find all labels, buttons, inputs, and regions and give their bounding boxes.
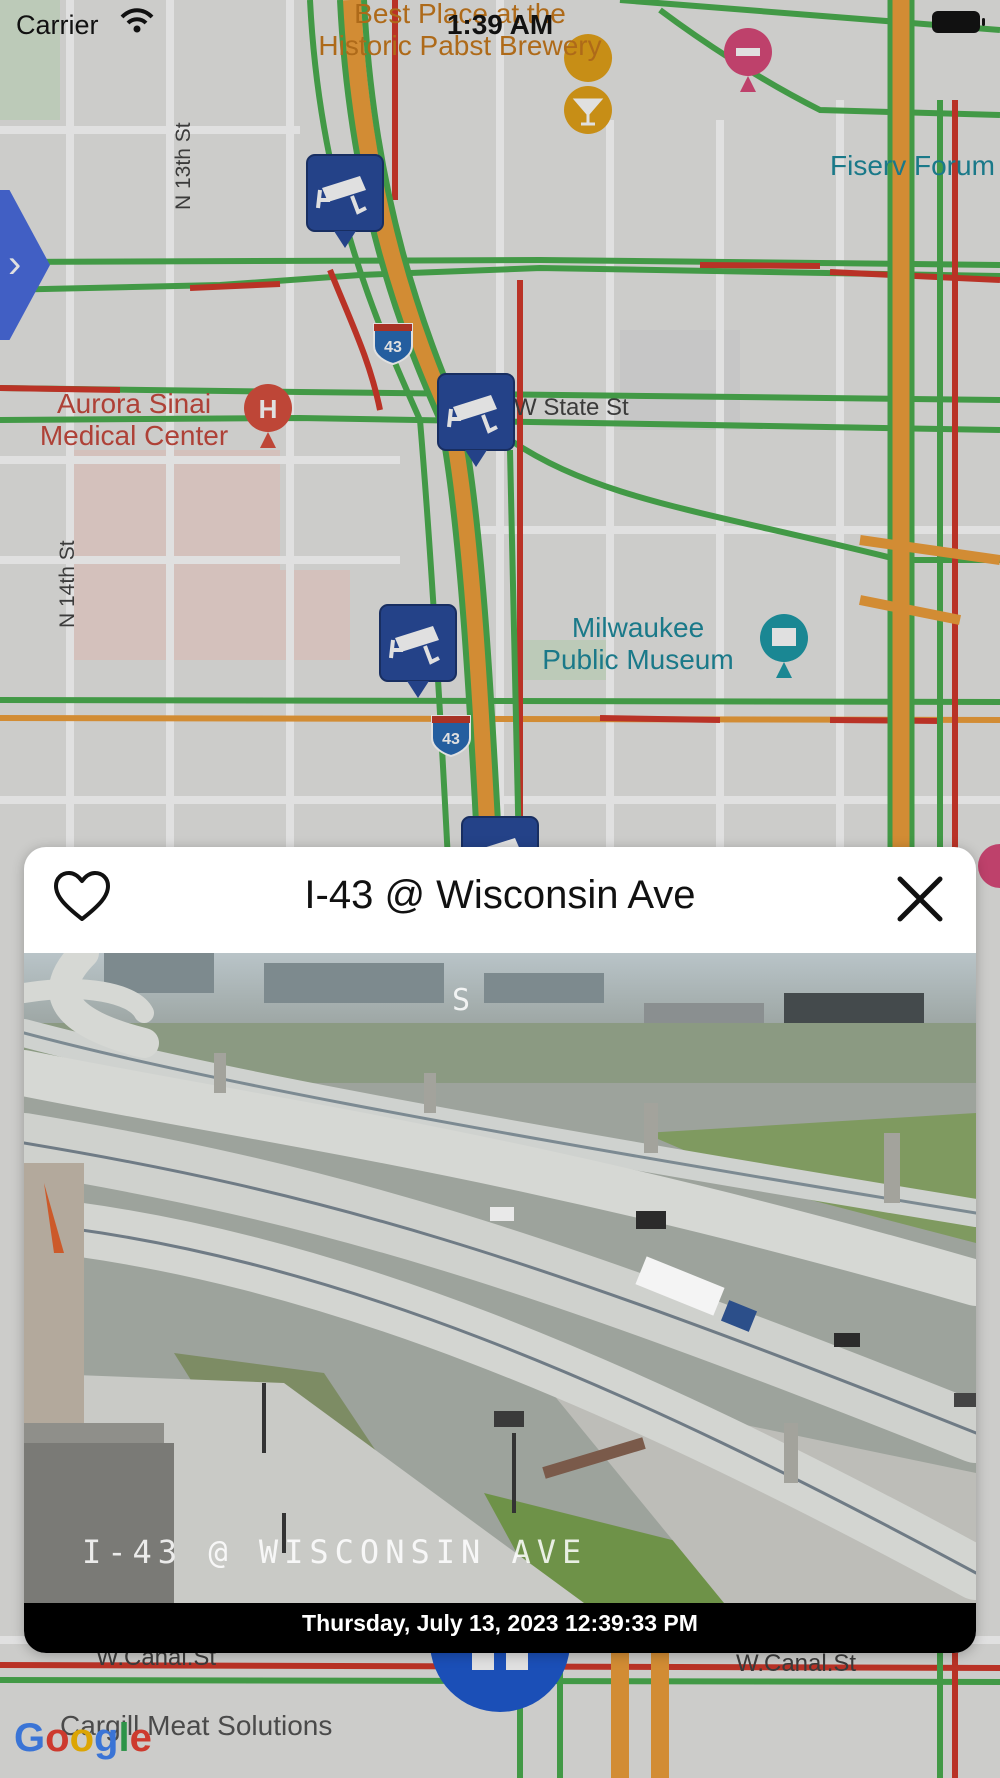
camera-feed-image: S I-43 @ WISCONSIN AVE: [24, 953, 976, 1603]
close-icon[interactable]: [892, 871, 948, 927]
camera-timestamp: Thursday, July 13, 2023 12:39:33 PM: [24, 1603, 976, 1653]
camera-direction-label: S: [452, 983, 471, 1018]
popup-title: I-43 @ Wisconsin Ave: [304, 873, 696, 917]
camera-popup: I-43 @ Wisconsin Ave S I-43 @ WISCONSIN …: [24, 847, 976, 1653]
camera-overlay-text: I-43 @ WISCONSIN AVE: [82, 1533, 588, 1571]
status-time: 1:39 AM: [446, 9, 554, 40]
popup-header: I-43 @ Wisconsin Ave: [24, 847, 976, 953]
status-bar: Carrier 1:39 AM: [0, 0, 1000, 50]
battery-icon: [932, 11, 985, 33]
